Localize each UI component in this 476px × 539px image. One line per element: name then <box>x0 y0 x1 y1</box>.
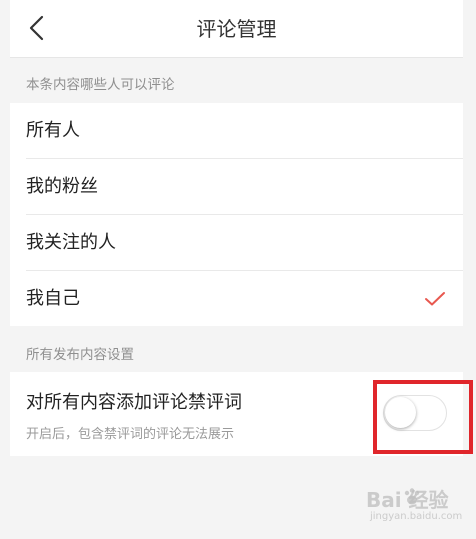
option-label: 我关注的人 <box>26 232 116 253</box>
page-title: 评论管理 <box>196 17 277 41</box>
option-people-i-follow[interactable]: 我关注的人 <box>10 215 463 271</box>
paw-icon <box>404 488 420 505</box>
chevron-left-icon <box>29 15 44 41</box>
option-label: 所有人 <box>26 120 80 141</box>
section-label-who-can-comment: 本条内容哪些人可以评论 <box>26 77 175 93</box>
option-everyone[interactable]: 所有人 <box>10 103 463 159</box>
setting-title: 对所有内容添加评论禁评词 <box>26 392 242 413</box>
option-label: 我自己 <box>26 288 80 309</box>
section-label-all-content-settings: 所有发布内容设置 <box>26 347 134 363</box>
option-label: 我的粉丝 <box>26 176 98 197</box>
nav-bar: 评论管理 <box>10 0 463 58</box>
watermark-url: jingyan.baidu.com <box>370 511 463 522</box>
comment-management-screen: 评论管理 本条内容哪些人可以评论 所有人 我的粉丝 我关注的人 我自己 所有发布… <box>10 0 473 539</box>
option-only-me[interactable]: 我自己 <box>10 271 463 327</box>
checkmark-icon <box>425 292 445 306</box>
setting-description: 开启后，包含禁评词的评论无法展示 <box>26 427 235 442</box>
highlight-box <box>373 380 473 454</box>
option-my-fans[interactable]: 我的粉丝 <box>10 159 463 215</box>
back-button[interactable] <box>22 13 52 43</box>
comment-permission-list: 所有人 我的粉丝 我关注的人 我自己 <box>10 103 463 326</box>
watermark: Bai 经验 jingyan.baidu.com <box>366 484 466 526</box>
